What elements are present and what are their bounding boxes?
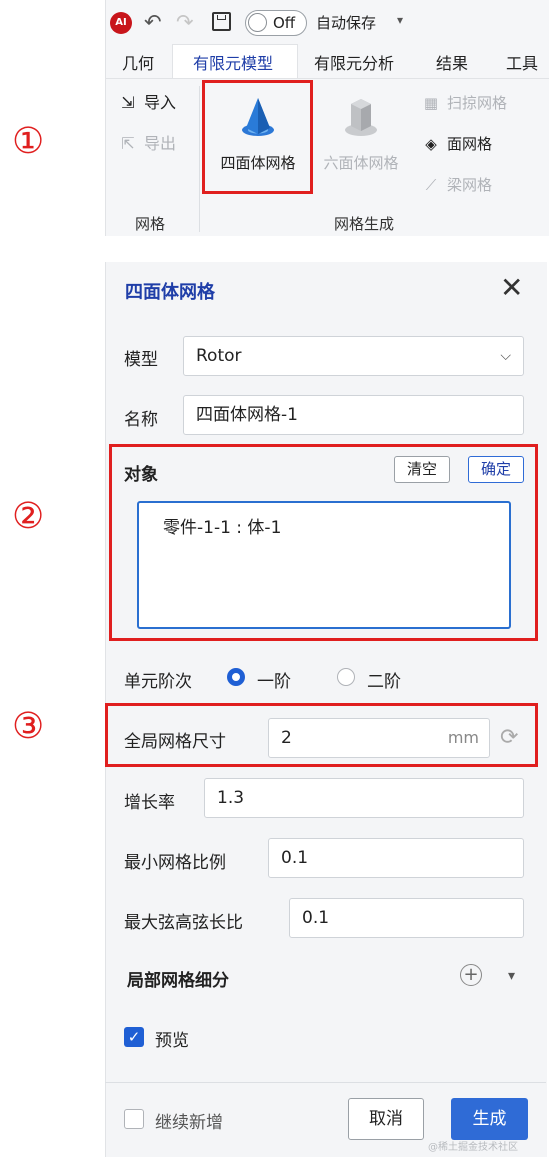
min-ratio-label: 最小网格比例 bbox=[124, 853, 226, 873]
order-first-label: 一阶 bbox=[257, 672, 291, 692]
tabbar-divider bbox=[105, 78, 549, 79]
step-marker-3: ③ bbox=[12, 706, 45, 747]
tet-mesh-icon bbox=[242, 98, 274, 136]
name-input[interactable]: 四面体网格-1 bbox=[183, 395, 524, 435]
global-size-input[interactable]: 2 mm bbox=[268, 718, 490, 758]
surface-mesh-button[interactable]: ◈ 面网格 bbox=[421, 133, 492, 155]
redo-icon[interactable]: ↷ bbox=[176, 10, 194, 34]
close-icon[interactable]: ✕ bbox=[500, 273, 523, 303]
surface-mesh-label: 面网格 bbox=[447, 135, 493, 153]
element-order-label: 单元阶次 bbox=[124, 672, 192, 692]
autosave-label: 自动保存 bbox=[316, 14, 377, 32]
tab-tools[interactable]: 工具 bbox=[506, 50, 538, 76]
hex-mesh-button[interactable]: 六面体网格 bbox=[316, 92, 406, 184]
save-icon[interactable] bbox=[212, 12, 231, 31]
group-separator bbox=[199, 86, 200, 232]
group-label-mesh: 网格 bbox=[135, 215, 166, 233]
growth-rate-input[interactable]: 1.3 bbox=[204, 778, 524, 818]
local-refine-label: 局部网格细分 bbox=[127, 971, 229, 991]
export-icon: ⇱ bbox=[121, 134, 135, 153]
cancel-button[interactable]: 取消 bbox=[348, 1098, 424, 1140]
sweep-mesh-label: 扫掠网格 bbox=[447, 94, 508, 112]
watermark: @稀土掘金技术社区 bbox=[428, 1142, 518, 1153]
hex-mesh-label: 六面体网格 bbox=[323, 154, 399, 172]
model-label: 模型 bbox=[124, 350, 158, 370]
beam-mesh-icon: ⟋ bbox=[425, 176, 437, 194]
import-icon: ⇲ bbox=[121, 93, 135, 112]
autosave-toggle[interactable]: Off bbox=[245, 10, 307, 36]
group-label-mesh-gen: 网格生成 bbox=[334, 215, 395, 233]
confirm-button[interactable]: 确定 bbox=[468, 456, 524, 483]
export-label: 导出 bbox=[144, 134, 177, 153]
step-marker-2: ② bbox=[12, 496, 45, 537]
sweep-mesh-button[interactable]: ▦ 扫掠网格 bbox=[421, 92, 507, 114]
global-size-label: 全局网格尺寸 bbox=[124, 732, 226, 752]
panel-title: 四面体网格 bbox=[125, 282, 215, 303]
growth-rate-label: 增长率 bbox=[124, 793, 175, 813]
continue-checkbox[interactable] bbox=[124, 1109, 144, 1129]
global-size-unit: mm bbox=[447, 728, 479, 747]
order-first-radio[interactable] bbox=[227, 668, 245, 686]
import-button[interactable]: ⇲ 导入 bbox=[118, 92, 176, 114]
preview-checkbox[interactable]: ✓ bbox=[124, 1027, 144, 1047]
refresh-icon[interactable]: ⟳ bbox=[500, 725, 518, 750]
order-second-radio[interactable] bbox=[337, 668, 355, 686]
quick-access-more-icon[interactable]: ▾ bbox=[397, 13, 403, 27]
refine-collapse-icon[interactable]: ▾ bbox=[508, 968, 515, 984]
autosave-toggle-label: Off bbox=[273, 14, 296, 32]
order-second-label: 二阶 bbox=[367, 672, 401, 692]
name-label: 名称 bbox=[124, 410, 158, 430]
object-label: 对象 bbox=[124, 465, 158, 485]
model-select-value: Rotor bbox=[196, 346, 242, 366]
object-list-item[interactable]: 零件-1-1 : 体-1 bbox=[163, 513, 281, 538]
preview-label: 预览 bbox=[155, 1031, 189, 1051]
footer-divider bbox=[105, 1082, 546, 1083]
import-label: 导入 bbox=[144, 93, 177, 112]
toggle-knob bbox=[248, 13, 267, 32]
step-marker-1: ① bbox=[12, 121, 45, 162]
surface-mesh-icon: ◈ bbox=[425, 135, 437, 153]
model-select[interactable]: Rotor ⌵ bbox=[183, 336, 524, 376]
max-chord-input[interactable]: 0.1 bbox=[289, 898, 524, 938]
tet-mesh-label: 四面体网格 bbox=[220, 154, 296, 172]
tab-results[interactable]: 结果 bbox=[436, 50, 468, 76]
generate-button[interactable]: 生成 bbox=[451, 1098, 528, 1140]
sweep-mesh-icon: ▦ bbox=[423, 94, 439, 112]
app-logo: AI bbox=[110, 12, 132, 34]
clear-button[interactable]: 清空 bbox=[394, 456, 450, 483]
tab-geometry[interactable]: 几何 bbox=[122, 50, 154, 76]
tab-fe-model[interactable]: 有限元模型 bbox=[193, 50, 273, 76]
undo-icon[interactable]: ↶ bbox=[144, 10, 162, 34]
chevron-down-icon: ⌵ bbox=[500, 348, 511, 364]
hex-mesh-icon bbox=[345, 99, 377, 136]
max-chord-label: 最大弦高弦长比 bbox=[124, 913, 243, 933]
export-button[interactable]: ⇱ 导出 bbox=[118, 133, 176, 155]
tab-fe-analysis[interactable]: 有限元分析 bbox=[314, 50, 394, 76]
beam-mesh-button[interactable]: ⟋ 梁网格 bbox=[421, 174, 492, 196]
global-size-value: 2 bbox=[281, 728, 292, 748]
min-ratio-input[interactable]: 0.1 bbox=[268, 838, 524, 878]
object-list[interactable]: 零件-1-1 : 体-1 bbox=[137, 501, 511, 629]
beam-mesh-label: 梁网格 bbox=[447, 176, 493, 194]
continue-label: 继续新增 bbox=[155, 1113, 223, 1133]
add-refine-icon[interactable]: + bbox=[460, 964, 482, 986]
tet-mesh-button[interactable]: 四面体网格 bbox=[208, 92, 308, 184]
